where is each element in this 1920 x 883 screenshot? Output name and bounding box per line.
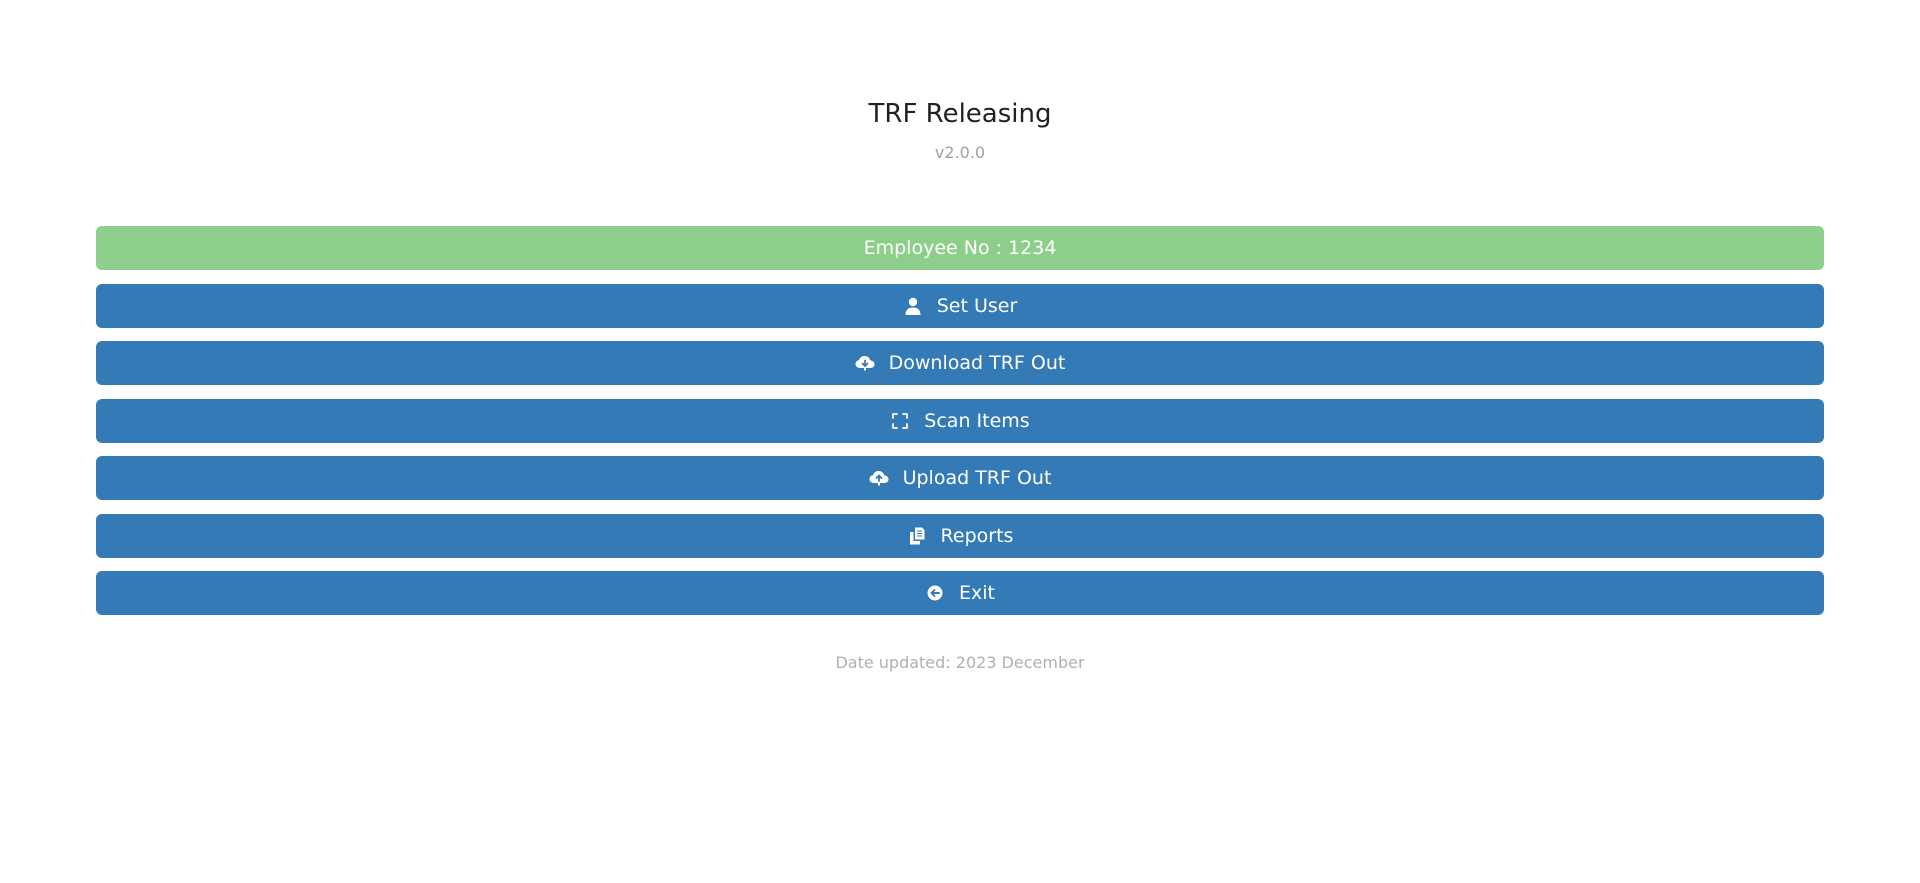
upload-trf-out-label: Upload TRF Out	[902, 467, 1052, 489]
main-menu: Employee No : 1234 Set User Download TRF…	[96, 226, 1824, 629]
page-title: TRF Releasing	[868, 99, 1052, 129]
version-label: v2.0.0	[934, 143, 986, 162]
set-user-button[interactable]: Set User	[96, 283, 1824, 328]
employee-no-button[interactable]: Employee No : 1234	[96, 226, 1824, 270]
download-trf-out-label: Download TRF Out	[888, 352, 1066, 374]
reports-label: Reports	[940, 524, 1014, 547]
copy-documents-icon	[907, 526, 927, 546]
employee-no-label: Employee No : 1234	[863, 237, 1057, 259]
download-trf-out-button[interactable]: Download TRF Out	[96, 341, 1824, 385]
cloud-upload-icon	[869, 468, 889, 488]
scan-items-button[interactable]: Scan Items	[96, 398, 1824, 443]
user-icon	[903, 296, 923, 316]
scan-items-label: Scan Items	[924, 409, 1030, 432]
arrow-circle-left-icon	[925, 583, 945, 603]
scan-icon	[890, 411, 910, 431]
set-user-label: Set User	[936, 294, 1018, 317]
reports-button[interactable]: Reports	[96, 513, 1824, 558]
main-menu-page: TRF Releasing v2.0.0 Employee No : 1234 …	[0, 0, 1920, 883]
date-updated-label: Date updated: 2023 December	[835, 653, 1085, 672]
exit-button[interactable]: Exit	[96, 571, 1824, 615]
cloud-download-icon	[855, 353, 875, 373]
exit-label: Exit	[959, 582, 995, 604]
upload-trf-out-button[interactable]: Upload TRF Out	[96, 456, 1824, 500]
